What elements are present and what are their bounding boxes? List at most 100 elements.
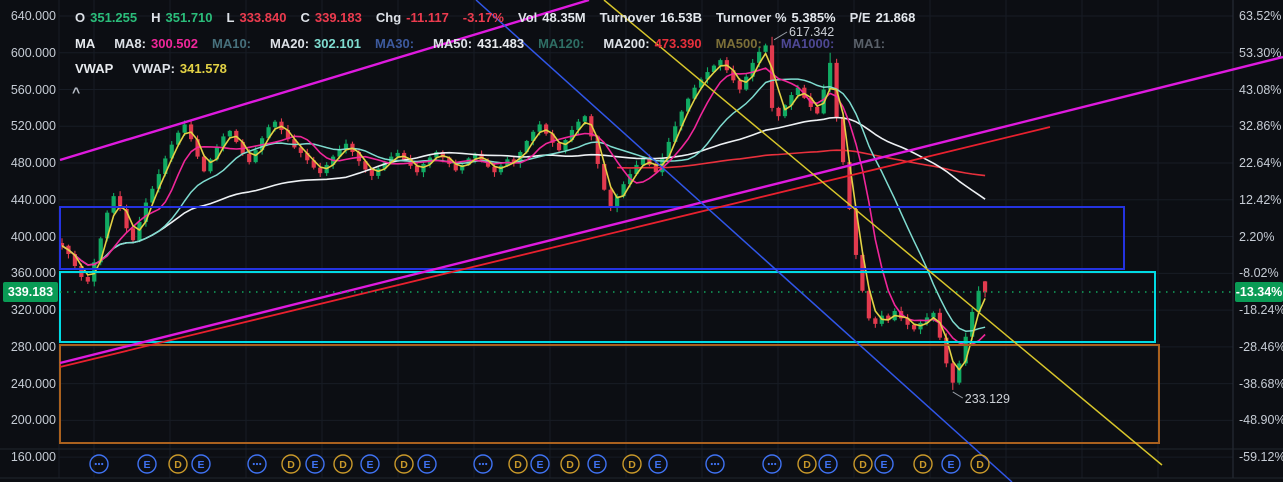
event-D-icon[interactable]: D — [798, 455, 816, 473]
vwap-item-0[interactable]: VWAP — [75, 61, 118, 77]
vwap-item-1[interactable]: VWAP: 341.578 — [132, 61, 227, 77]
event-E-icon[interactable]: E — [875, 455, 893, 473]
svg-text:E: E — [536, 459, 543, 471]
svg-text:E: E — [366, 459, 373, 471]
ma-item-7[interactable]: MA200:473.390 — [603, 36, 701, 52]
ohlc-item-label-4: Chg — [376, 10, 401, 26]
price-axis-label: 480.000 — [2, 156, 56, 170]
ohlc-item-6: Vol 48.35M — [518, 10, 586, 26]
current-price-badge: 339.183 — [3, 282, 58, 302]
more-events-icon[interactable] — [474, 455, 492, 473]
event-E-icon[interactable]: E — [306, 455, 324, 473]
percent-axis-label: 32.86% — [1239, 119, 1281, 133]
percent-axis-label: -18.24% — [1239, 303, 1283, 317]
drawing-box-cyan[interactable] — [60, 272, 1155, 342]
ma-item-5[interactable]: MA50:431.483 — [433, 36, 524, 52]
ohlc-item-value-9: 21.868 — [876, 10, 916, 26]
percent-axis-label: -38.68% — [1239, 377, 1283, 391]
ohlc-item-label-6: Vol — [518, 10, 537, 26]
svg-text:D: D — [919, 459, 927, 471]
ma-item-10[interactable]: MA1: — [853, 36, 890, 52]
svg-text:E: E — [143, 459, 150, 471]
trendline-4-yellow[interactable] — [604, 0, 1162, 465]
event-E-icon[interactable]: E — [819, 455, 837, 473]
price-axis-label: 600.000 — [2, 46, 56, 60]
event-E-icon[interactable]: E — [588, 455, 606, 473]
event-E-icon[interactable]: E — [942, 455, 960, 473]
event-E-icon[interactable]: E — [192, 455, 210, 473]
event-D-icon[interactable]: D — [334, 455, 352, 473]
percent-axis-label: 22.64% — [1239, 156, 1281, 170]
vwap-item-value-1: 341.578 — [180, 61, 227, 77]
vwap-legend-row[interactable]: VWAP VWAP: 341.578 — [75, 61, 227, 77]
ma-item-value-7: 473.390 — [655, 36, 702, 52]
ohlc-item-8: Turnover %5.385% — [716, 10, 836, 26]
price-axis-label: 440.000 — [2, 193, 56, 207]
event-D-icon[interactable]: D — [561, 455, 579, 473]
vwap-item-label-1: VWAP: — [132, 61, 175, 77]
svg-text:D: D — [514, 459, 522, 471]
collapse-legend-caret[interactable]: ^ — [72, 84, 80, 100]
event-E-icon[interactable]: E — [361, 455, 379, 473]
event-E-icon[interactable]: E — [138, 455, 156, 473]
event-D-icon[interactable]: D — [169, 455, 187, 473]
event-D-icon[interactable]: D — [971, 455, 989, 473]
ma-item-label-0: MA — [75, 36, 95, 52]
event-D-icon[interactable]: D — [509, 455, 527, 473]
svg-text:D: D — [859, 459, 867, 471]
current-percent-badge: -13.34% — [1235, 282, 1283, 302]
ohlc-item-7: Turnover16.53B — [600, 10, 702, 26]
percent-axis-label: 12.42% — [1239, 193, 1281, 207]
svg-text:D: D — [174, 459, 182, 471]
ma-item-1[interactable]: MA8:300.502 — [114, 36, 198, 52]
svg-text:D: D — [287, 459, 295, 471]
svg-text:D: D — [400, 459, 408, 471]
ma-item-label-1: MA8: — [114, 36, 146, 52]
ma-item-value-5: 431.483 — [477, 36, 524, 52]
percent-axis-label: 53.30% — [1239, 46, 1281, 60]
ma-item-6[interactable]: MA120: — [538, 36, 589, 52]
ma-item-8[interactable]: MA500: — [716, 36, 767, 52]
svg-text:D: D — [803, 459, 811, 471]
svg-text:E: E — [197, 459, 204, 471]
price-axis-label: 520.000 — [2, 119, 56, 133]
svg-text:E: E — [423, 459, 430, 471]
ma-item-9[interactable]: MA1000: — [781, 36, 839, 52]
ohlc-item-label-2: L — [227, 10, 235, 26]
ohlc-item-value-6: 48.35M — [542, 10, 585, 26]
svg-text:D: D — [339, 459, 347, 471]
svg-text:E: E — [311, 459, 318, 471]
percent-axis-label: 63.52% — [1239, 9, 1281, 23]
ma-item-value-3: 302.101 — [314, 36, 361, 52]
svg-text:E: E — [593, 459, 600, 471]
ohlc-item-5: -3.17% — [463, 10, 504, 26]
event-D-icon[interactable]: D — [854, 455, 872, 473]
event-E-icon[interactable]: E — [649, 455, 667, 473]
ma-item-3[interactable]: MA20:302.101 — [270, 36, 361, 52]
event-E-icon[interactable]: E — [531, 455, 549, 473]
ma-item-4[interactable]: MA30: — [375, 36, 419, 52]
svg-text:D: D — [976, 459, 984, 471]
percent-axis-label: 43.08% — [1239, 83, 1281, 97]
event-E-icon[interactable]: E — [418, 455, 436, 473]
event-D-icon[interactable]: D — [282, 455, 300, 473]
ma-item-2[interactable]: MA10: — [212, 36, 256, 52]
svg-text:233.129: 233.129 — [965, 392, 1010, 406]
ma-item-0[interactable]: MA — [75, 36, 100, 52]
ohlc-item-value-4: -11.117 — [406, 10, 449, 26]
ohlc-item-label-0: O — [75, 10, 85, 26]
svg-text:E: E — [947, 459, 954, 471]
percent-axis-label: -48.90% — [1239, 413, 1283, 427]
price-axis-label: 320.000 — [2, 303, 56, 317]
more-events-icon[interactable] — [706, 455, 724, 473]
ohlc-item-0: O351.255 — [75, 10, 137, 26]
percent-axis-label: 2.20% — [1239, 230, 1274, 244]
trendline-1-magenta[interactable] — [60, 57, 1283, 363]
more-events-icon[interactable] — [248, 455, 266, 473]
event-D-icon[interactable]: D — [914, 455, 932, 473]
trendline-3-blue[interactable] — [476, 0, 1012, 482]
ohlc-item-value-3: 339.183 — [315, 10, 362, 26]
ma-legend-row[interactable]: MA MA8:300.502 MA10: MA20:302.101 MA30: MA50:… — [75, 36, 890, 52]
more-events-icon[interactable] — [90, 455, 108, 473]
price-axis-label: 560.000 — [2, 83, 56, 97]
